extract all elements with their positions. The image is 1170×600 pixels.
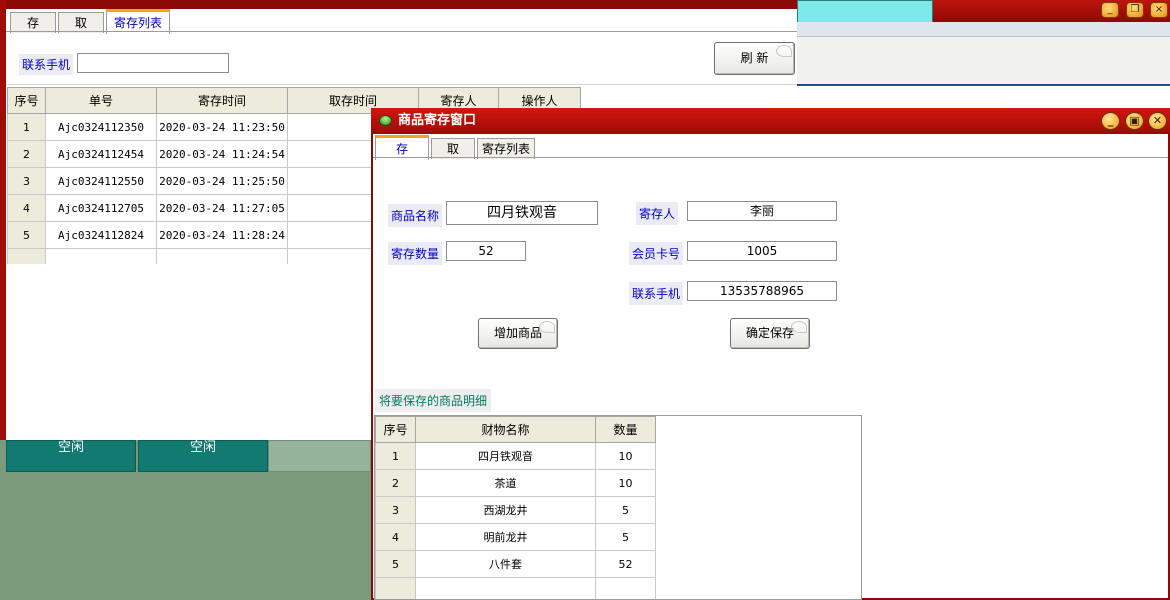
list-window-titlebar — [6, 0, 797, 9]
row-item-name: 茶道 — [415, 469, 596, 497]
background-toolbar — [797, 37, 1170, 86]
row-order: Ajc0324112705 — [45, 194, 157, 222]
background-restore-button[interactable]: ❐ — [1126, 2, 1144, 18]
row-seq: 4 — [7, 194, 46, 222]
background-menu-strip — [797, 22, 1170, 37]
table-row[interactable]: 3 西湖龙井 5 — [375, 496, 656, 524]
row-seq: 2 — [375, 469, 416, 497]
tab-deposit[interactable]: 存 — [10, 12, 56, 33]
row-time: 2020-03-24 11:27:05 — [156, 194, 288, 222]
deposit-window-tabs: 存 取 寄存列表 — [375, 135, 1168, 160]
background-close-button[interactable]: × — [1150, 2, 1168, 18]
phone-search-input[interactable] — [77, 53, 229, 73]
close-button[interactable]: ✕ — [1148, 112, 1167, 130]
row-time: 2020-03-24 11:24:54 — [156, 140, 288, 168]
row-seq: 2 — [7, 140, 46, 168]
column-header: 寄存时间 — [156, 87, 288, 114]
product-name-input[interactable]: 四月铁观音 — [446, 201, 598, 225]
list-window-tabs: 存 取 寄存列表 — [10, 9, 797, 34]
contact-phone-label: 联系手机 — [629, 282, 684, 305]
row-item-qty: 52 — [595, 550, 656, 578]
add-product-button[interactable]: 增加商品 — [478, 318, 558, 349]
minimize-button[interactable]: _ — [1101, 112, 1120, 130]
member-card-input[interactable]: 1005 — [687, 241, 837, 261]
column-header: 序号 — [7, 87, 46, 114]
row-seq: 4 — [375, 523, 416, 551]
table-row[interactable]: 4 明前龙井 5 — [375, 523, 656, 551]
table-row[interactable]: 2 茶道 10 — [375, 469, 656, 497]
window-title: 商品寄存窗口 — [398, 113, 477, 128]
column-header: 单号 — [45, 87, 157, 114]
background-cyan-panel — [797, 0, 933, 24]
row-seq: 1 — [375, 442, 416, 470]
confirm-save-button[interactable]: 确定保存 — [730, 318, 810, 349]
deposit-window-titlebar[interactable]: 商品寄存窗口 — [371, 108, 1170, 134]
row-item-qty: 5 — [595, 496, 656, 524]
table-row[interactable]: 1 四月铁观音 10 — [375, 442, 656, 470]
row-item-qty: 10 — [595, 442, 656, 470]
detail-section-label: 将要保存的商品明细 — [375, 389, 492, 412]
row-seq: 3 — [7, 167, 46, 195]
row-item-qty: 10 — [595, 469, 656, 497]
room-tile-1[interactable]: 空闲 — [6, 440, 136, 472]
refresh-button[interactable]: 刷 新 — [714, 42, 795, 75]
detail-grid-frame: 序号 财物名称 数量 1 四月铁观音 10 2 茶道 10 3 西湖龙井 5 4… — [374, 415, 862, 600]
maximize-button[interactable]: ▣ — [1125, 112, 1144, 130]
column-header: 数量 — [595, 416, 656, 443]
deposit-qty-label: 寄存数量 — [388, 242, 443, 265]
row-seq: 1 — [7, 113, 46, 141]
row-seq: 3 — [375, 496, 416, 524]
row-time: 2020-03-24 11:25:50 — [156, 167, 288, 195]
product-name-label: 商品名称 — [388, 204, 443, 227]
toolbar-separator — [6, 84, 797, 85]
row-item-qty: 5 — [595, 523, 656, 551]
tab-deposit-list[interactable]: 寄存列表 — [477, 138, 535, 159]
tab-withdraw[interactable]: 取 — [58, 12, 104, 33]
depositor-label: 寄存人 — [636, 202, 679, 225]
table-row[interactable]: 5 八件套 52 — [375, 550, 656, 578]
row-item-name: 明前龙井 — [415, 523, 596, 551]
tab-withdraw[interactable]: 取 — [431, 138, 475, 159]
row-seq: 5 — [375, 550, 416, 578]
phone-label: 联系手机 — [19, 54, 74, 75]
table-row-empty[interactable] — [375, 577, 656, 599]
room-tile-status: 空闲 — [57, 440, 84, 455]
contact-phone-input[interactable]: 13535788965 — [687, 281, 837, 301]
tab-divider — [373, 157, 1168, 158]
row-seq: 5 — [7, 221, 46, 249]
room-tile-status: 空闲 — [189, 440, 216, 455]
row-order: Ajc0324112350 — [45, 113, 157, 141]
row-order: Ajc0324112824 — [45, 221, 157, 249]
room-tile-3[interactable] — [268, 440, 371, 472]
column-header: 财物名称 — [415, 416, 596, 443]
detail-table: 序号 财物名称 数量 1 四月铁观音 10 2 茶道 10 3 西湖龙井 5 4… — [375, 416, 656, 599]
background-nav-row — [797, 86, 1170, 110]
tab-divider — [6, 31, 797, 32]
background-minimize-button[interactable]: _ — [1101, 2, 1119, 18]
row-item-name: 四月铁观音 — [415, 442, 596, 470]
row-order: Ajc0324112454 — [45, 140, 157, 168]
deposit-qty-input[interactable]: 52 — [446, 241, 526, 261]
row-item-name: 八件套 — [415, 550, 596, 578]
row-order: Ajc0324112550 — [45, 167, 157, 195]
room-tile-2[interactable]: 空闲 — [138, 440, 268, 472]
row-item-name: 西湖龙井 — [415, 496, 596, 524]
app-icon — [379, 115, 392, 126]
depositor-input[interactable]: 李丽 — [687, 201, 837, 221]
row-time: 2020-03-24 11:28:24 — [156, 221, 288, 249]
column-header: 序号 — [375, 416, 416, 443]
member-card-label: 会员卡号 — [629, 242, 684, 265]
row-time: 2020-03-24 11:23:50 — [156, 113, 288, 141]
